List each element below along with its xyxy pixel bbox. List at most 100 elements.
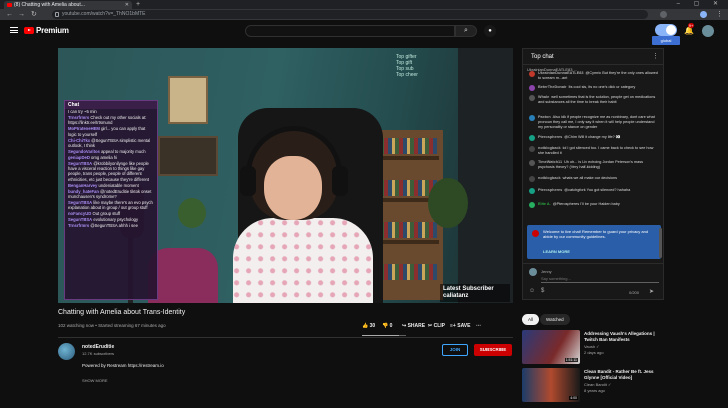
chat-username[interactable]: BeterTheDonair — [538, 85, 566, 89]
chat-message: UkrainianDunnaEATLE83 @Cymric But they're… — [529, 71, 659, 81]
share-button[interactable]: ↪ SHARE — [402, 323, 425, 329]
chip-watched[interactable]: Watched — [540, 314, 570, 325]
send-icon[interactable]: ➤ — [649, 288, 654, 295]
browser-tab[interactable]: (8) Chatting with Amelia about... ✕ — [4, 1, 132, 9]
user-avatar — [529, 268, 537, 276]
profile-icon[interactable] — [700, 11, 707, 18]
show-more-button[interactable]: SHOW MORE — [82, 378, 108, 383]
chat-username[interactable]: Paxton — [538, 115, 551, 119]
stream-chat-username: Trnsrfrmrs — [68, 114, 90, 120]
join-button[interactable]: JOIN — [442, 344, 468, 356]
like-ratio-fill — [362, 335, 400, 336]
back-icon[interactable]: ← — [6, 10, 13, 19]
channel-avatar[interactable] — [58, 343, 75, 360]
chat-message-body: Pterospheres @Chim Will it change my life… — [538, 135, 659, 140]
search-icon[interactable]: ⌕ — [455, 25, 477, 37]
search-input[interactable] — [245, 25, 455, 37]
subscribe-button[interactable]: SUBSCRIBE — [474, 344, 512, 356]
video-thumbnail[interactable]: 1:51:11 — [522, 330, 580, 364]
like-button[interactable]: 👍 30 — [362, 323, 375, 329]
stream-chat-text: undeniatable moment — [98, 182, 139, 188]
dislike-button[interactable]: 👎 0 — [382, 323, 392, 329]
stream-chat-message: BenganHarvey undeniatable moment — [65, 183, 157, 188]
chat-username[interactable]: Pterospheres — [538, 135, 562, 139]
chat-avatar[interactable] — [529, 202, 535, 208]
chat-text: whats we all make our decisions — [562, 176, 618, 180]
chat-username[interactable]: TimeWatch11 — [538, 160, 562, 164]
clip-button[interactable]: ✂ CLIP — [428, 323, 445, 329]
chat-input[interactable]: Say something... — [541, 275, 659, 283]
video-player[interactable]: Top gifter Top gift Top sub Top cheer La… — [58, 48, 513, 303]
save-button[interactable]: ≡+ SAVE — [450, 323, 470, 329]
learn-more-link[interactable]: LEARN MORE — [543, 249, 570, 254]
url-bar[interactable]: youtube.com/watch?v=_ThNO1bMTE — [52, 10, 648, 19]
menu-icon[interactable] — [10, 27, 18, 33]
close-tab-icon[interactable]: ✕ — [125, 1, 129, 9]
thumbs-down-icon: 👎 — [382, 323, 389, 329]
stream-chat-text: @SegunTBSA ahhh i see — [90, 223, 138, 229]
video-info: Chatting with Amelia about Trans-Identit… — [58, 305, 513, 408]
chat-avatar[interactable] — [529, 85, 535, 91]
super-chat-icon[interactable]: $ — [541, 288, 544, 294]
latest-subscriber-label: Latest Subscriber — [443, 286, 494, 292]
chat-text: @catchgfork You got silenced? hahaha — [564, 188, 631, 192]
chat-avatar[interactable] — [529, 160, 535, 166]
chat-avatar[interactable] — [529, 71, 535, 77]
stream-chat-message: I can try ~5 min — [65, 109, 157, 114]
chat-username[interactable]: UkrainianDunnaEATLE83 — [538, 71, 584, 75]
notice-text: Welcome to live chat! Remember to guard … — [543, 229, 649, 239]
avatar[interactable] — [702, 25, 714, 37]
recommended-title[interactable]: Clean Bandit - Rather Be ft. Jess Glynne… — [584, 369, 662, 380]
chip-all[interactable]: All — [522, 314, 540, 325]
youtube-logo-icon[interactable] — [24, 27, 34, 34]
channel-name[interactable]: notedEruditie — [82, 344, 114, 350]
chat-message: notblogback lol I got silenced too. I cam… — [529, 146, 659, 156]
emoji-icon[interactable]: ☺ — [529, 288, 535, 294]
chat-username[interactable]: Whale — [538, 95, 549, 99]
stream-chat-username: SegunTBSA — [68, 160, 93, 166]
chat-username[interactable]: notblogback — [538, 146, 561, 150]
chat-avatar[interactable] — [529, 188, 535, 194]
live-chat-panel: Top chat ⋮ UkrainianDunnaEATLE83 ... Ukr… — [522, 48, 664, 300]
youtube-premium-logo[interactable]: Premium — [36, 26, 69, 35]
window-controls[interactable]: – ▢ ✕ — [677, 0, 724, 9]
forward-icon[interactable]: → — [18, 10, 25, 19]
chat-avatar[interactable] — [529, 135, 535, 141]
chat-title[interactable]: Top chat — [531, 54, 554, 60]
recommended-title[interactable]: Addressing Vaush's Allegations | Twitch … — [584, 331, 662, 342]
chat-username[interactable]: notblogback — [538, 176, 561, 180]
chat-text: Its cool sis, its no one's dick ur categ… — [568, 85, 636, 89]
chat-avatar[interactable] — [529, 176, 535, 182]
chat-message-body: BeterTheDonair Its cool sis, its no one's… — [538, 85, 659, 90]
video-meta: 102 watching now • Started streaming 67 … — [58, 323, 166, 328]
url-text: youtube.com/watch?v=_ThNO1bMTE — [62, 11, 146, 17]
chat-avatar[interactable] — [529, 115, 535, 121]
video-thumbnail[interactable]: 4:00 — [522, 368, 580, 402]
chat-avatar[interactable] — [529, 146, 535, 152]
chat-avatar[interactable] — [529, 95, 535, 101]
voice-search-icon[interactable]: ● — [484, 25, 496, 37]
kebab-icon[interactable]: ⋮ — [716, 10, 723, 19]
stream-chat-message: Chi-ChiTkx @SegunTBSA simplistic mental … — [65, 138, 157, 149]
extension-toggle[interactable] — [655, 24, 677, 36]
stream-chat-message: SegunTBSA like maybe there's an evo psyc… — [65, 200, 157, 211]
notification-badge: 9+ — [688, 23, 694, 28]
share-label: SHARE — [407, 323, 426, 329]
chat-scrollbar[interactable] — [659, 228, 662, 258]
recommended-channel[interactable]: Vaush ✓ — [584, 344, 600, 349]
video-duration: 4:00 — [569, 396, 578, 400]
chat-username[interactable]: Elite A. — [538, 202, 551, 206]
chat-username[interactable]: Pterospheres — [538, 188, 562, 192]
stream-chat-username: Chi-ChiTkx — [68, 137, 91, 143]
extension-icon[interactable] — [660, 11, 667, 18]
chat-message: Whale well sometimes that is the solution… — [529, 95, 659, 105]
recommended-channel[interactable]: Clean Bandit ✓ — [584, 382, 611, 387]
video-description: Powered by Restream https://restream.io — [82, 363, 164, 368]
reload-icon[interactable]: ↻ — [31, 10, 37, 19]
recommended-video[interactable]: 1:51:11 Addressing Vaush's Allegations |… — [522, 330, 662, 366]
recommended-video[interactable]: 4:00 Clean Bandit - Rather Be ft. Jess G… — [522, 368, 662, 404]
more-actions-icon[interactable]: ⋯ — [476, 323, 481, 329]
plant — [428, 178, 468, 228]
chat-menu-icon[interactable]: ⋮ — [652, 52, 659, 60]
new-tab-icon[interactable]: + — [136, 0, 140, 9]
